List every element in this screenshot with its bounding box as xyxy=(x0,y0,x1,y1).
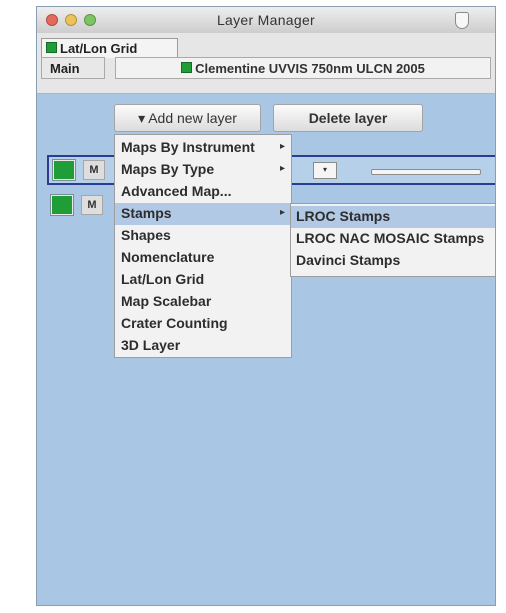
tab-latlon-grid-label: Lat/Lon Grid xyxy=(60,41,138,56)
window-title: Layer Manager xyxy=(216,12,316,28)
tab-latlon-grid[interactable]: Lat/Lon Grid xyxy=(41,38,178,58)
submenu-item-lroc-stamps[interactable]: LROC Stamps xyxy=(291,206,495,228)
delete-layer-button[interactable]: Delete layer xyxy=(273,104,423,132)
menu-item-label: Map Scalebar xyxy=(121,293,212,309)
add-layer-menu: Maps By Instrument ▸ Maps By Type ▸ Advanc… xyxy=(114,134,292,358)
menu-item-label: Davinci Stamps xyxy=(296,252,401,268)
menu-item-shapes[interactable]: Shapes xyxy=(115,225,291,247)
menu-item-label: Stamps xyxy=(121,205,172,221)
menu-item-advanced-map[interactable]: Advanced Map... xyxy=(115,181,291,203)
submenu-item-davinci-stamps[interactable]: Davinci Stamps xyxy=(291,250,495,272)
menu-item-map-scalebar[interactable]: Map Scalebar xyxy=(115,291,291,313)
opacity-slider-track[interactable] xyxy=(371,169,481,175)
submenu-arrow-icon: ▸ xyxy=(279,163,285,174)
menu-item-label: LROC Stamps xyxy=(296,208,391,224)
menu-item-label: LROC NAC MOSAIC Stamps xyxy=(296,230,485,246)
menu-item-crater-counting[interactable]: Crater Counting xyxy=(115,313,291,335)
layer-visibility-toggle[interactable] xyxy=(50,194,74,216)
stamps-submenu: LROC Stamps LROC NAC MOSAIC Stamps Davin… xyxy=(290,203,495,277)
layer-main-toggle[interactable]: M xyxy=(81,195,103,215)
menu-item-maps-by-instrument[interactable]: Maps By Instrument ▸ xyxy=(115,137,291,159)
menu-item-maps-by-type[interactable]: Maps By Type ▸ xyxy=(115,159,291,181)
menu-item-label: Maps By Instrument xyxy=(121,139,255,155)
opacity-slider-thumb[interactable] xyxy=(455,12,469,29)
menu-item-label: Maps By Type xyxy=(121,161,215,177)
tab-clementine-label: Clementine UVVIS 750nm ULCN 2005 xyxy=(195,61,425,76)
menu-item-stamps[interactable]: Stamps ▸ xyxy=(115,203,291,225)
menu-item-latlon-grid[interactable]: Lat/Lon Grid xyxy=(115,269,291,291)
menu-item-nomenclature[interactable]: Nomenclature xyxy=(115,247,291,269)
menu-item-label: Shapes xyxy=(121,227,171,243)
submenu-item-lroc-nac-mosaic-stamps[interactable]: LROC NAC MOSAIC Stamps xyxy=(291,228,495,250)
green-square-icon xyxy=(181,62,193,73)
tab-clementine[interactable]: Clementine UVVIS 750nm ULCN 2005 xyxy=(115,57,491,79)
menu-item-label: Advanced Map... xyxy=(121,183,232,199)
layer-manager-window: Layer Manager Lat/Lon Grid Main Clementi… xyxy=(36,6,496,606)
add-new-layer-button[interactable]: ▾ Add new layer xyxy=(114,104,261,132)
tab-strip: Lat/Lon Grid Main Clementine UVVIS 750nm… xyxy=(37,33,495,94)
layer-main-toggle[interactable]: M xyxy=(83,160,105,180)
chevron-down-icon: ▾ xyxy=(322,165,327,174)
submenu-arrow-icon: ▸ xyxy=(279,207,285,218)
layer-visibility-toggle[interactable] xyxy=(52,159,76,181)
title-bar: Layer Manager xyxy=(37,7,495,34)
tab-main-label: Main xyxy=(50,61,80,76)
menu-item-label: Lat/Lon Grid xyxy=(121,271,205,287)
tab-main[interactable]: Main xyxy=(41,57,105,79)
menu-item-label: 3D Layer xyxy=(121,337,181,353)
layer-options-dropdown[interactable]: ▾ xyxy=(313,162,337,179)
green-square-icon xyxy=(46,42,57,53)
menu-item-label: Nomenclature xyxy=(121,249,215,265)
menu-item-label: Crater Counting xyxy=(121,315,228,331)
submenu-arrow-icon: ▸ xyxy=(279,141,285,152)
menu-item-3d-layer[interactable]: 3D Layer xyxy=(115,335,291,357)
